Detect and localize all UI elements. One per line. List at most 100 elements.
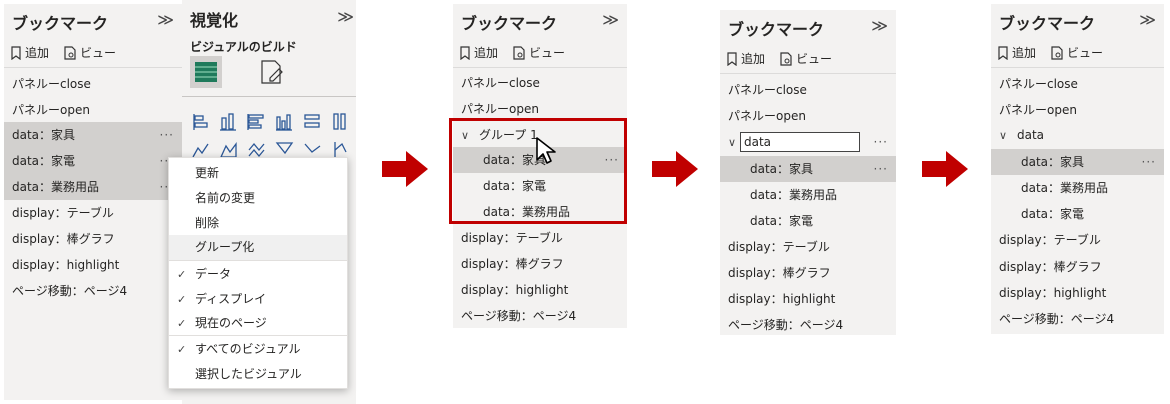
menu-item-display[interactable]: ✓ ディスプレイ <box>169 287 347 312</box>
bookmark-item[interactable]: ページ移動：ページ4 <box>991 306 1164 332</box>
view-button[interactable]: ビュー <box>512 44 565 61</box>
area-chart-icon <box>219 142 237 158</box>
bookmark-item[interactable]: data：家電 <box>991 201 1164 227</box>
bookmark-label: data：家電 <box>12 154 76 168</box>
bookmark-item[interactable]: display：棒グラフ <box>453 251 627 277</box>
group-name-input[interactable]: data <box>740 132 860 152</box>
divider <box>182 96 356 97</box>
bookmark-item[interactable]: display：テーブル <box>991 227 1164 253</box>
menu-item-group[interactable]: グループ化 <box>169 235 347 260</box>
bookmark-item[interactable]: display：highlight <box>991 280 1164 306</box>
bookmark-item[interactable]: display：棒グラフ <box>4 226 182 252</box>
chevron-down-icon[interactable]: ∨ <box>999 123 1011 149</box>
menu-item-current-page[interactable]: ✓ 現在のページ <box>169 311 347 336</box>
collapse-chevron-icon[interactable]: ≫ <box>602 10 619 29</box>
waterfall-icon <box>304 143 321 153</box>
pane-title: ブックマーク <box>12 14 109 33</box>
menu-label: ディスプレイ <box>195 292 267 306</box>
menu-item-delete[interactable]: 削除 <box>169 211 347 236</box>
bookmark-item[interactable]: data：業務用品 <box>991 175 1164 201</box>
add-button[interactable]: 追加 <box>10 44 49 61</box>
collapse-chevron-icon[interactable]: ≫ <box>157 10 174 29</box>
100-bar-icon <box>304 114 320 128</box>
bookmark-item[interactable]: パネルーopen <box>4 97 182 123</box>
bookmark-toolbar: 追加 ビュー <box>726 50 832 67</box>
bookmark-item[interactable]: パネルーclose <box>4 71 182 97</box>
bookmark-label: data：業務用品 <box>12 180 100 194</box>
pane-title: ブックマーク <box>461 14 558 33</box>
bookmark-item[interactable]: ページ移動：ページ4 <box>4 278 182 304</box>
more-options-icon[interactable]: ··· <box>160 122 174 148</box>
bookmark-label: data：家具 <box>750 162 814 176</box>
add-label: 追加 <box>1012 46 1037 60</box>
bookmark-item[interactable]: パネルーclose <box>720 77 896 103</box>
divider <box>453 67 627 68</box>
menu-item-data[interactable]: ✓ データ <box>169 262 347 287</box>
add-button[interactable]: 追加 <box>726 50 765 67</box>
view-label: ビュー <box>529 46 566 60</box>
view-button[interactable]: ビュー <box>779 50 832 67</box>
bookmark-item-selected[interactable]: data：家具 ··· <box>720 156 896 182</box>
collapse-chevron-icon[interactable]: ≫ <box>871 16 888 35</box>
bookmark-item[interactable]: ページ移動：ページ4 <box>720 312 896 338</box>
more-options-icon[interactable]: ··· <box>874 129 888 155</box>
format-visual-icon[interactable] <box>258 58 286 86</box>
bookmark-item[interactable]: display：棒グラフ <box>991 254 1164 280</box>
add-label: 追加 <box>474 46 499 60</box>
bookmark-toolbar: 追加 ビュー <box>997 44 1103 61</box>
build-visual-tab[interactable] <box>190 56 222 88</box>
menu-item-selected-visuals[interactable]: 選択したビジュアル <box>169 362 347 387</box>
more-options-icon[interactable]: ··· <box>1142 149 1156 175</box>
collapse-chevron-icon[interactable]: ≫ <box>337 7 354 26</box>
bookmark-item[interactable]: display：highlight <box>453 277 627 303</box>
more-options-icon[interactable]: ··· <box>874 156 888 182</box>
bookmark-label: display：棒グラフ <box>999 260 1102 274</box>
add-button[interactable]: 追加 <box>459 44 498 61</box>
bookmark-label: ページ移動：ページ4 <box>728 318 844 332</box>
bookmark-label: パネルーclose <box>12 77 91 91</box>
view-button[interactable]: ビュー <box>63 44 116 61</box>
collapse-chevron-icon[interactable]: ≫ <box>1139 10 1156 29</box>
view-icon <box>780 51 792 66</box>
bookmark-item-selected[interactable]: data：家電 ··· <box>4 148 182 174</box>
bookmark-item-selected[interactable]: data：業務用品 ··· <box>4 174 182 200</box>
menu-item-all-visuals[interactable]: ✓ すべてのビジュアル <box>169 337 347 362</box>
view-button[interactable]: ビュー <box>1050 44 1103 61</box>
funnel-icon <box>334 142 347 157</box>
bookmark-item[interactable]: display：棒グラフ <box>720 260 896 286</box>
bookmark-item[interactable]: data：家電 <box>720 208 896 234</box>
bookmark-group[interactable]: ∨ data <box>991 122 1164 148</box>
bookmark-item[interactable]: display：highlight <box>720 286 896 312</box>
menu-label: 名前の変更 <box>195 191 256 205</box>
bookmark-label: パネルーclose <box>461 76 540 90</box>
view-label: ビュー <box>796 52 833 66</box>
context-menu: 更新 名前の変更 削除 グループ化 ✓ データ ✓ ディスプレイ ✓ 現在のページ ✓… <box>168 157 348 389</box>
bookmark-item-selected[interactable]: data：家具 ··· <box>991 149 1164 175</box>
bookmark-item[interactable]: display：テーブル <box>720 234 896 260</box>
menu-label: 更新 <box>195 166 220 180</box>
bookmark-item[interactable]: display：テーブル <box>453 225 627 251</box>
chevron-down-icon[interactable]: ∨ <box>728 130 740 156</box>
bookmark-item[interactable]: ページ移動：ページ4 <box>453 303 627 329</box>
bookmark-item[interactable]: パネルーopen <box>991 97 1164 123</box>
pane-title: ブックマーク <box>999 14 1096 33</box>
view-icon <box>1051 45 1063 60</box>
menu-item-rename[interactable]: 名前の変更 <box>169 186 347 211</box>
menu-item-update[interactable]: 更新 <box>169 161 347 186</box>
bookmark-add-icon <box>460 45 470 60</box>
bookmark-item[interactable]: パネルーclose <box>991 71 1164 97</box>
bookmark-item[interactable]: display：highlight <box>4 252 182 278</box>
bookmark-item-selected[interactable]: data：家具 ··· <box>4 122 182 148</box>
100-column-icon <box>333 113 346 130</box>
bookmark-item[interactable]: パネルーopen <box>720 103 896 129</box>
right-arrow-icon <box>382 151 428 187</box>
bookmark-label: display：highlight <box>461 283 569 297</box>
build-visual-label: ビジュアルのビルド <box>190 40 297 54</box>
bookmark-item[interactable]: data：業務用品 <box>720 182 896 208</box>
menu-label: すべてのビジュアル <box>195 342 301 356</box>
bookmark-item[interactable]: display：テーブル <box>4 200 182 226</box>
add-button[interactable]: 追加 <box>997 44 1036 61</box>
bookmark-item[interactable]: パネルーclose <box>453 70 627 96</box>
bookmark-label: data：家電 <box>750 214 814 228</box>
bookmark-label: ページ移動：ページ4 <box>999 312 1115 326</box>
